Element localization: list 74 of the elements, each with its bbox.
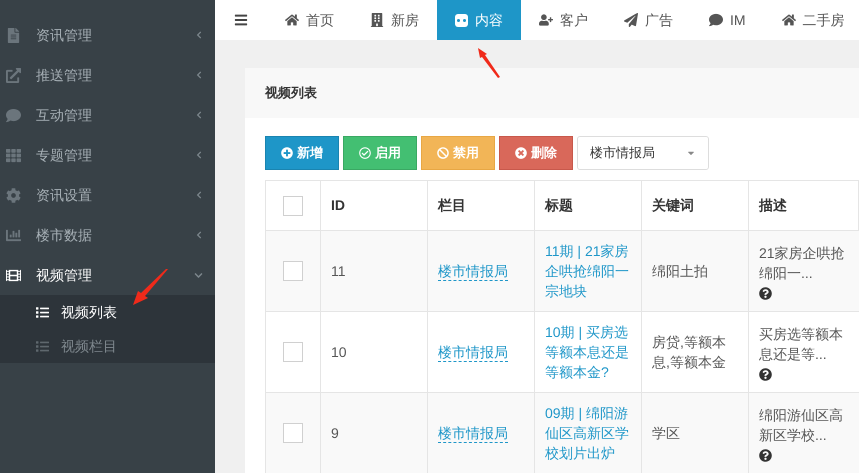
column-header: 标题 bbox=[535, 181, 642, 230]
title-link[interactable]: 10期 | 买房选等额本息还是等额本金? bbox=[545, 322, 631, 382]
table-cell-text: 学区 bbox=[652, 424, 680, 443]
column-header: 栏目 bbox=[428, 181, 535, 230]
table-cell-text: 房贷,等额本息,等额本金 bbox=[652, 333, 727, 372]
submenu-item[interactable]: 视频栏目 bbox=[0, 329, 215, 363]
chevron-down-icon bbox=[194, 270, 203, 280]
speech-bubble-icon bbox=[709, 13, 723, 27]
nav-tab[interactable]: IM bbox=[691, 0, 764, 40]
document-icon bbox=[6, 28, 21, 42]
paper-plane-icon bbox=[624, 13, 638, 27]
checkbox[interactable] bbox=[283, 423, 303, 443]
column-header: 描述 bbox=[749, 181, 859, 230]
nav-tab[interactable]: 新房 bbox=[352, 0, 437, 40]
sidebar-item[interactable]: 互动管理 bbox=[0, 95, 215, 135]
bar-chart-icon bbox=[6, 228, 21, 242]
nav-tab[interactable]: 广告 bbox=[606, 0, 691, 40]
chat-dots-icon bbox=[455, 14, 468, 26]
table-cell-text: 21家房企哄抢绵阳一... bbox=[759, 244, 846, 282]
speech-bubble-icon bbox=[6, 108, 21, 122]
toolbar-button[interactable]: 删除 bbox=[499, 136, 573, 170]
sidebar-item[interactable]: 视频管理 bbox=[0, 255, 215, 295]
table-cell-text: 9 bbox=[331, 424, 339, 442]
help-icon[interactable] bbox=[759, 286, 772, 300]
help-icon[interactable] bbox=[759, 368, 772, 380]
menu-icon[interactable] bbox=[234, 13, 248, 27]
add-user-icon bbox=[539, 13, 553, 27]
building-icon bbox=[370, 13, 384, 27]
nav-tab[interactable]: 首页 bbox=[267, 0, 352, 40]
column-header: 关键词 bbox=[642, 181, 749, 230]
checkbox[interactable] bbox=[283, 261, 303, 281]
film-icon bbox=[6, 268, 21, 282]
nav-tab[interactable]: 二手房 bbox=[764, 0, 859, 40]
category-link[interactable]: 楼市情报局 bbox=[438, 262, 508, 280]
nav-tab[interactable]: 内容 bbox=[437, 0, 521, 40]
chevron-left-icon bbox=[195, 31, 203, 39]
title-link[interactable]: 09期 | 绵阳游仙区高新区学校划片出炉 bbox=[545, 403, 631, 463]
sidebar-item[interactable]: 专题管理 bbox=[0, 135, 215, 175]
chevron-left-icon bbox=[195, 151, 203, 159]
panel-title: 视频列表 bbox=[265, 84, 317, 102]
annotation-arrow bbox=[477, 48, 501, 78]
sidebar-item[interactable]: 楼市数据 bbox=[0, 215, 215, 255]
chevron-left-icon bbox=[195, 191, 203, 199]
list-icon bbox=[36, 306, 49, 318]
help-icon[interactable] bbox=[759, 448, 772, 462]
chevron-left-icon bbox=[195, 111, 203, 119]
toolbar-button[interactable]: 新增 bbox=[265, 136, 339, 170]
chevron-left-icon bbox=[195, 71, 203, 79]
category-link[interactable]: 楼市情报局 bbox=[438, 424, 508, 442]
table-cell-text: 10 bbox=[331, 342, 347, 362]
checkbox[interactable] bbox=[283, 196, 303, 216]
ban-icon bbox=[437, 147, 449, 159]
settings-icon bbox=[6, 188, 21, 202]
submenu-item[interactable]: 视频列表 bbox=[0, 295, 215, 329]
table-cell-text: 买房选等额本息还是等... bbox=[759, 324, 844, 364]
table-cell-text: 绵阳土拍 bbox=[652, 262, 708, 281]
chevron-left-icon bbox=[195, 231, 203, 239]
checkbox[interactable] bbox=[283, 342, 303, 362]
category-link[interactable]: 楼市情报局 bbox=[438, 342, 508, 362]
home-icon bbox=[782, 13, 796, 27]
category-dropdown[interactable]: 楼市情报局 bbox=[577, 136, 709, 170]
column-header: ID bbox=[321, 181, 428, 230]
list-icon bbox=[36, 340, 49, 352]
title-link[interactable]: 11期 | 21家房企哄抢绵阳一宗地块 bbox=[545, 241, 631, 301]
home-icon bbox=[285, 13, 299, 27]
nav-tab[interactable]: 客户 bbox=[521, 0, 606, 40]
table-cell-text: 11 bbox=[331, 262, 346, 280]
external-link-icon bbox=[6, 68, 21, 82]
sidebar-item[interactable]: 资讯管理 bbox=[0, 15, 215, 55]
grid-icon bbox=[6, 148, 21, 162]
table-cell-text: 绵阳游仙区高新区学校... bbox=[759, 406, 844, 444]
annotation-arrow bbox=[133, 269, 168, 305]
sidebar-item[interactable]: 推送管理 bbox=[0, 55, 215, 95]
sidebar-item[interactable]: 资讯设置 bbox=[0, 175, 215, 215]
